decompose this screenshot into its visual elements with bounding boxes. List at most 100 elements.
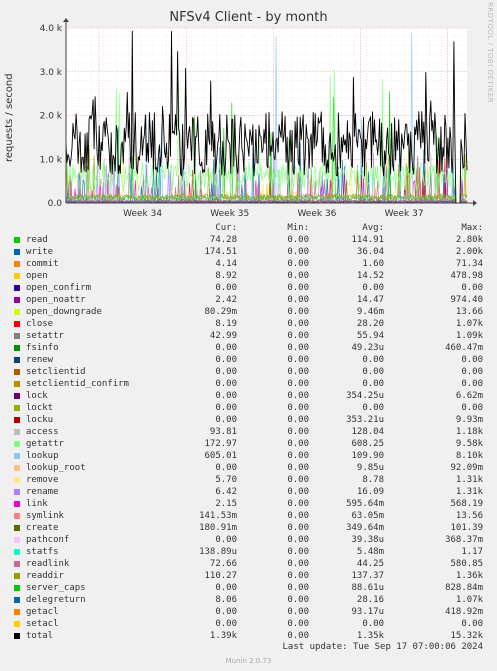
legend-max-value: 71.34	[455, 259, 483, 269]
legend-avg-value: 109.90	[351, 451, 384, 461]
legend-col-avg: Avg:	[362, 223, 384, 233]
legend-avg-value: 0.00	[362, 619, 384, 629]
legend-row-open-noattr: open_noattr 2.42 0.00 14.47 974.40	[0, 294, 497, 306]
legend-swatch	[14, 477, 20, 483]
legend-row-setacl: setacl 0.00 0.00 0.00 0.00	[0, 618, 497, 630]
legend-max-value: 974.40	[450, 295, 483, 305]
legend-avg-value: 63.05m	[351, 511, 384, 521]
legend-avg-value: 0.00	[362, 379, 384, 389]
legend-series-name: close	[26, 319, 54, 329]
legend-series-name: pathconf	[26, 535, 70, 545]
legend-min-value: 0.00	[287, 487, 309, 497]
y-tick-label: 4.0 k	[40, 24, 63, 34]
legend-cur-value: 180.91m	[199, 523, 237, 533]
legend-header: Cur: Min: Avg: Max:	[0, 222, 497, 234]
legend-min-value: 0.00	[287, 403, 309, 413]
legend-swatch	[14, 597, 20, 603]
legend-row-delegreturn: delegreturn 8.06 0.00 28.16 1.07k	[0, 594, 497, 606]
legend-cur-value: 0.00	[215, 355, 237, 365]
legend-swatch	[14, 369, 20, 375]
legend-max-value: 0.00	[461, 283, 483, 293]
legend-series-name: getacl	[26, 607, 59, 617]
legend-avg-value: 1.35k	[356, 631, 384, 641]
legend-min-value: 0.00	[287, 295, 309, 305]
legend-max-value: 1.07k	[455, 319, 483, 329]
legend-cur-value: 141.53m	[199, 511, 237, 521]
legend-avg-value: 0.00	[362, 403, 384, 413]
legend-swatch	[14, 609, 20, 615]
legend-cur-value: 2.42	[215, 295, 237, 305]
legend-cur-value: 0.00	[215, 583, 237, 593]
legend-row-symlink: symlink 141.53m 0.00 63.05m 13.56	[0, 510, 497, 522]
legend-cur-value: 80.29m	[204, 307, 237, 317]
legend-swatch	[14, 405, 20, 411]
legend-max-value: 13.56	[455, 511, 483, 521]
legend-series-name: open	[26, 271, 48, 281]
legend-avg-value: 55.94	[356, 331, 384, 341]
legend-min-value: 0.00	[287, 463, 309, 473]
legend-row-getattr: getattr 172.97 0.00 608.25 9.58k	[0, 438, 497, 450]
legend-series-name: create	[26, 523, 59, 533]
legend-avg-value: 88.61u	[351, 583, 384, 593]
y-tick-label: 0.0	[48, 199, 63, 209]
legend-min-value: 0.00	[287, 247, 309, 257]
legend-swatch	[14, 321, 20, 327]
legend-max-value: 2.80k	[455, 235, 483, 245]
chart-canvas: 0.0 1.0 k 2.0 k 3.0 k 4.0 k Week 34 Week 35 Wee…	[40, 18, 477, 219]
legend-cur-value: 174.51	[204, 247, 237, 257]
legend-swatch	[14, 309, 20, 315]
legend-row-access: access 93.81 0.00 128.04 1.18k	[0, 426, 497, 438]
legend-avg-value: 28.16	[356, 595, 384, 605]
legend-row-lookup-root: lookup_root 0.00 0.00 9.85u 92.09m	[0, 462, 497, 474]
legend-series-name: readlink	[26, 559, 70, 569]
legend-swatch	[14, 297, 20, 303]
legend-series-name: access	[26, 427, 59, 437]
legend-swatch	[14, 549, 20, 555]
legend-row-locku: locku 0.00 0.00 353.21u 9.93m	[0, 414, 497, 426]
legend-swatch	[14, 453, 20, 459]
legend-avg-value: 16.09	[356, 487, 384, 497]
legend-avg-value: 349.64m	[346, 523, 384, 533]
legend-min-value: 0.00	[287, 607, 309, 617]
x-axis-arrow	[473, 200, 477, 206]
legend-avg-value: 9.46m	[356, 307, 384, 317]
legend-row-pathconf: pathconf 0.00 0.00 39.38u 368.37m	[0, 534, 497, 546]
legend-row-readdir: readdir 110.27 0.00 137.37 1.36k	[0, 570, 497, 582]
legend-series-name: lock	[26, 391, 48, 401]
legend-avg-value: 1.60	[362, 259, 384, 269]
legend-row-open: open 8.92 0.00 14.52 478.98	[0, 270, 497, 282]
legend-max-value: 368.37m	[445, 535, 483, 545]
legend-row-link: link 2.15 0.00 595.64m 568.19	[0, 498, 497, 510]
legend-cur-value: 172.97	[204, 439, 237, 449]
legend-avg-value: 39.38u	[351, 535, 384, 545]
legend-series-name: lockt	[26, 403, 54, 413]
legend-cur-value: 72.66	[209, 559, 237, 569]
legend-series-name: statfs	[26, 547, 59, 557]
legend-series-name: setclientid	[26, 367, 86, 377]
legend-min-value: 0.00	[287, 475, 309, 485]
legend-series-name: setclientid_confirm	[26, 379, 129, 389]
legend-max-value: 1.31k	[455, 487, 483, 497]
y-tick-label: 2.0 k	[40, 112, 63, 122]
legend-min-value: 0.00	[287, 379, 309, 389]
legend-swatch	[14, 393, 20, 399]
legend-avg-value: 9.85u	[356, 463, 384, 473]
legend-swatch	[14, 285, 20, 291]
legend-series-name: lookup_root	[26, 463, 86, 473]
legend-max-value: 9.93m	[455, 415, 483, 425]
legend-series-name: setacl	[26, 619, 59, 629]
legend-swatch	[14, 621, 20, 627]
legend-min-value: 0.00	[287, 499, 309, 509]
legend-max-value: 9.58k	[455, 439, 483, 449]
legend-min-value: 0.00	[287, 523, 309, 533]
legend-swatch	[14, 441, 20, 447]
legend-cur-value: 42.99	[209, 331, 237, 341]
legend-series-name: open_confirm	[26, 283, 92, 293]
x-tick-label: Week 36	[297, 209, 336, 219]
legend-avg-value: 354.25u	[346, 391, 384, 401]
legend-min-value: 0.00	[287, 619, 309, 629]
legend-row-total: total 1.39k 0.00 1.35k 15.32k	[0, 630, 497, 642]
legend-max-value: 0.00	[461, 619, 483, 629]
legend-swatch	[14, 261, 20, 267]
legend-swatch	[14, 345, 20, 351]
